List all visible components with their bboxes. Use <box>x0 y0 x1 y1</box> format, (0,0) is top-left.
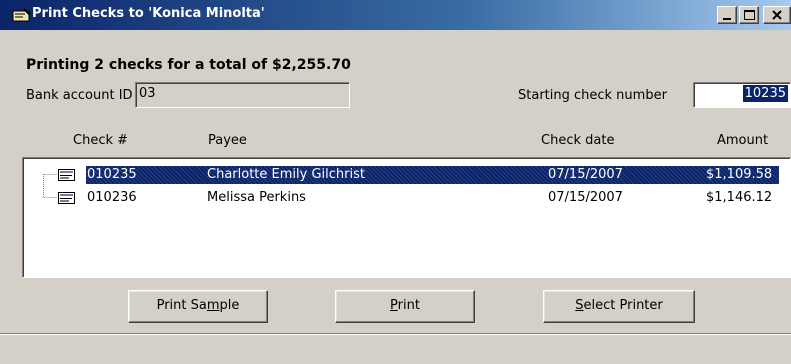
close-button[interactable] <box>763 6 791 24</box>
starting-check-value: 10235 <box>742 85 788 102</box>
col-header-date[interactable]: Check date <box>541 133 614 148</box>
print-sample-label-post: ple <box>219 298 240 313</box>
minimize-button[interactable] <box>717 6 737 24</box>
checks-list[interactable]: 010235 Charlotte Emily Gilchrist 07/15/2… <box>22 157 791 278</box>
check-document-icon <box>58 192 75 204</box>
title-bar: Print Checks to 'Konica Minolta' <box>0 0 791 30</box>
checkbook-icon[interactable] <box>12 8 32 22</box>
minimize-icon <box>723 18 731 20</box>
bank-account-value: 03 <box>139 86 156 101</box>
print-sample-accelerator: m <box>206 298 220 313</box>
check-row[interactable]: 010235 Charlotte Emily Gilchrist 07/15/2… <box>23 166 790 184</box>
starting-check-input[interactable]: 10235 <box>693 82 791 108</box>
window-title: Print Checks to 'Konica Minolta' <box>32 6 265 21</box>
print-label-post: rint <box>397 298 420 313</box>
check-amount: $1,109.58 <box>706 167 773 182</box>
bank-account-field: 03 <box>135 82 350 108</box>
check-number: 010236 <box>87 190 137 205</box>
check-document-icon <box>58 169 75 181</box>
maximize-icon <box>744 10 755 20</box>
summary-headline: Printing 2 checks for a total of $2,255.… <box>26 57 351 73</box>
check-amount: $1,146.12 <box>706 190 773 205</box>
select-printer-label-post: elect Printer <box>583 298 663 313</box>
print-sample-button[interactable]: Print Sample <box>128 290 268 323</box>
col-header-payee[interactable]: Payee <box>208 133 247 148</box>
maximize-button[interactable] <box>739 6 759 24</box>
close-icon <box>772 10 782 20</box>
check-row[interactable]: 010236 Melissa Perkins 07/15/2007 $1,146… <box>23 189 790 207</box>
col-header-check[interactable]: Check # <box>73 133 128 148</box>
col-header-amount[interactable]: Amount <box>717 133 768 148</box>
select-printer-button[interactable]: Select Printer <box>543 290 695 323</box>
check-date: 07/15/2007 <box>548 167 623 182</box>
status-bar <box>0 333 791 364</box>
row-highlight <box>86 166 779 184</box>
starting-check-label: Starting check number <box>518 88 667 103</box>
select-printer-accelerator: S <box>575 298 584 313</box>
check-number: 010235 <box>87 167 137 182</box>
bank-account-label: Bank account ID <box>26 88 133 103</box>
check-date: 07/15/2007 <box>548 190 623 205</box>
print-button[interactable]: Print <box>335 290 475 323</box>
check-payee: Charlotte Emily Gilchrist <box>207 167 365 182</box>
print-sample-label-pre: Print Sa <box>156 298 207 313</box>
print-accelerator: P <box>390 298 398 313</box>
check-payee: Melissa Perkins <box>207 190 306 205</box>
